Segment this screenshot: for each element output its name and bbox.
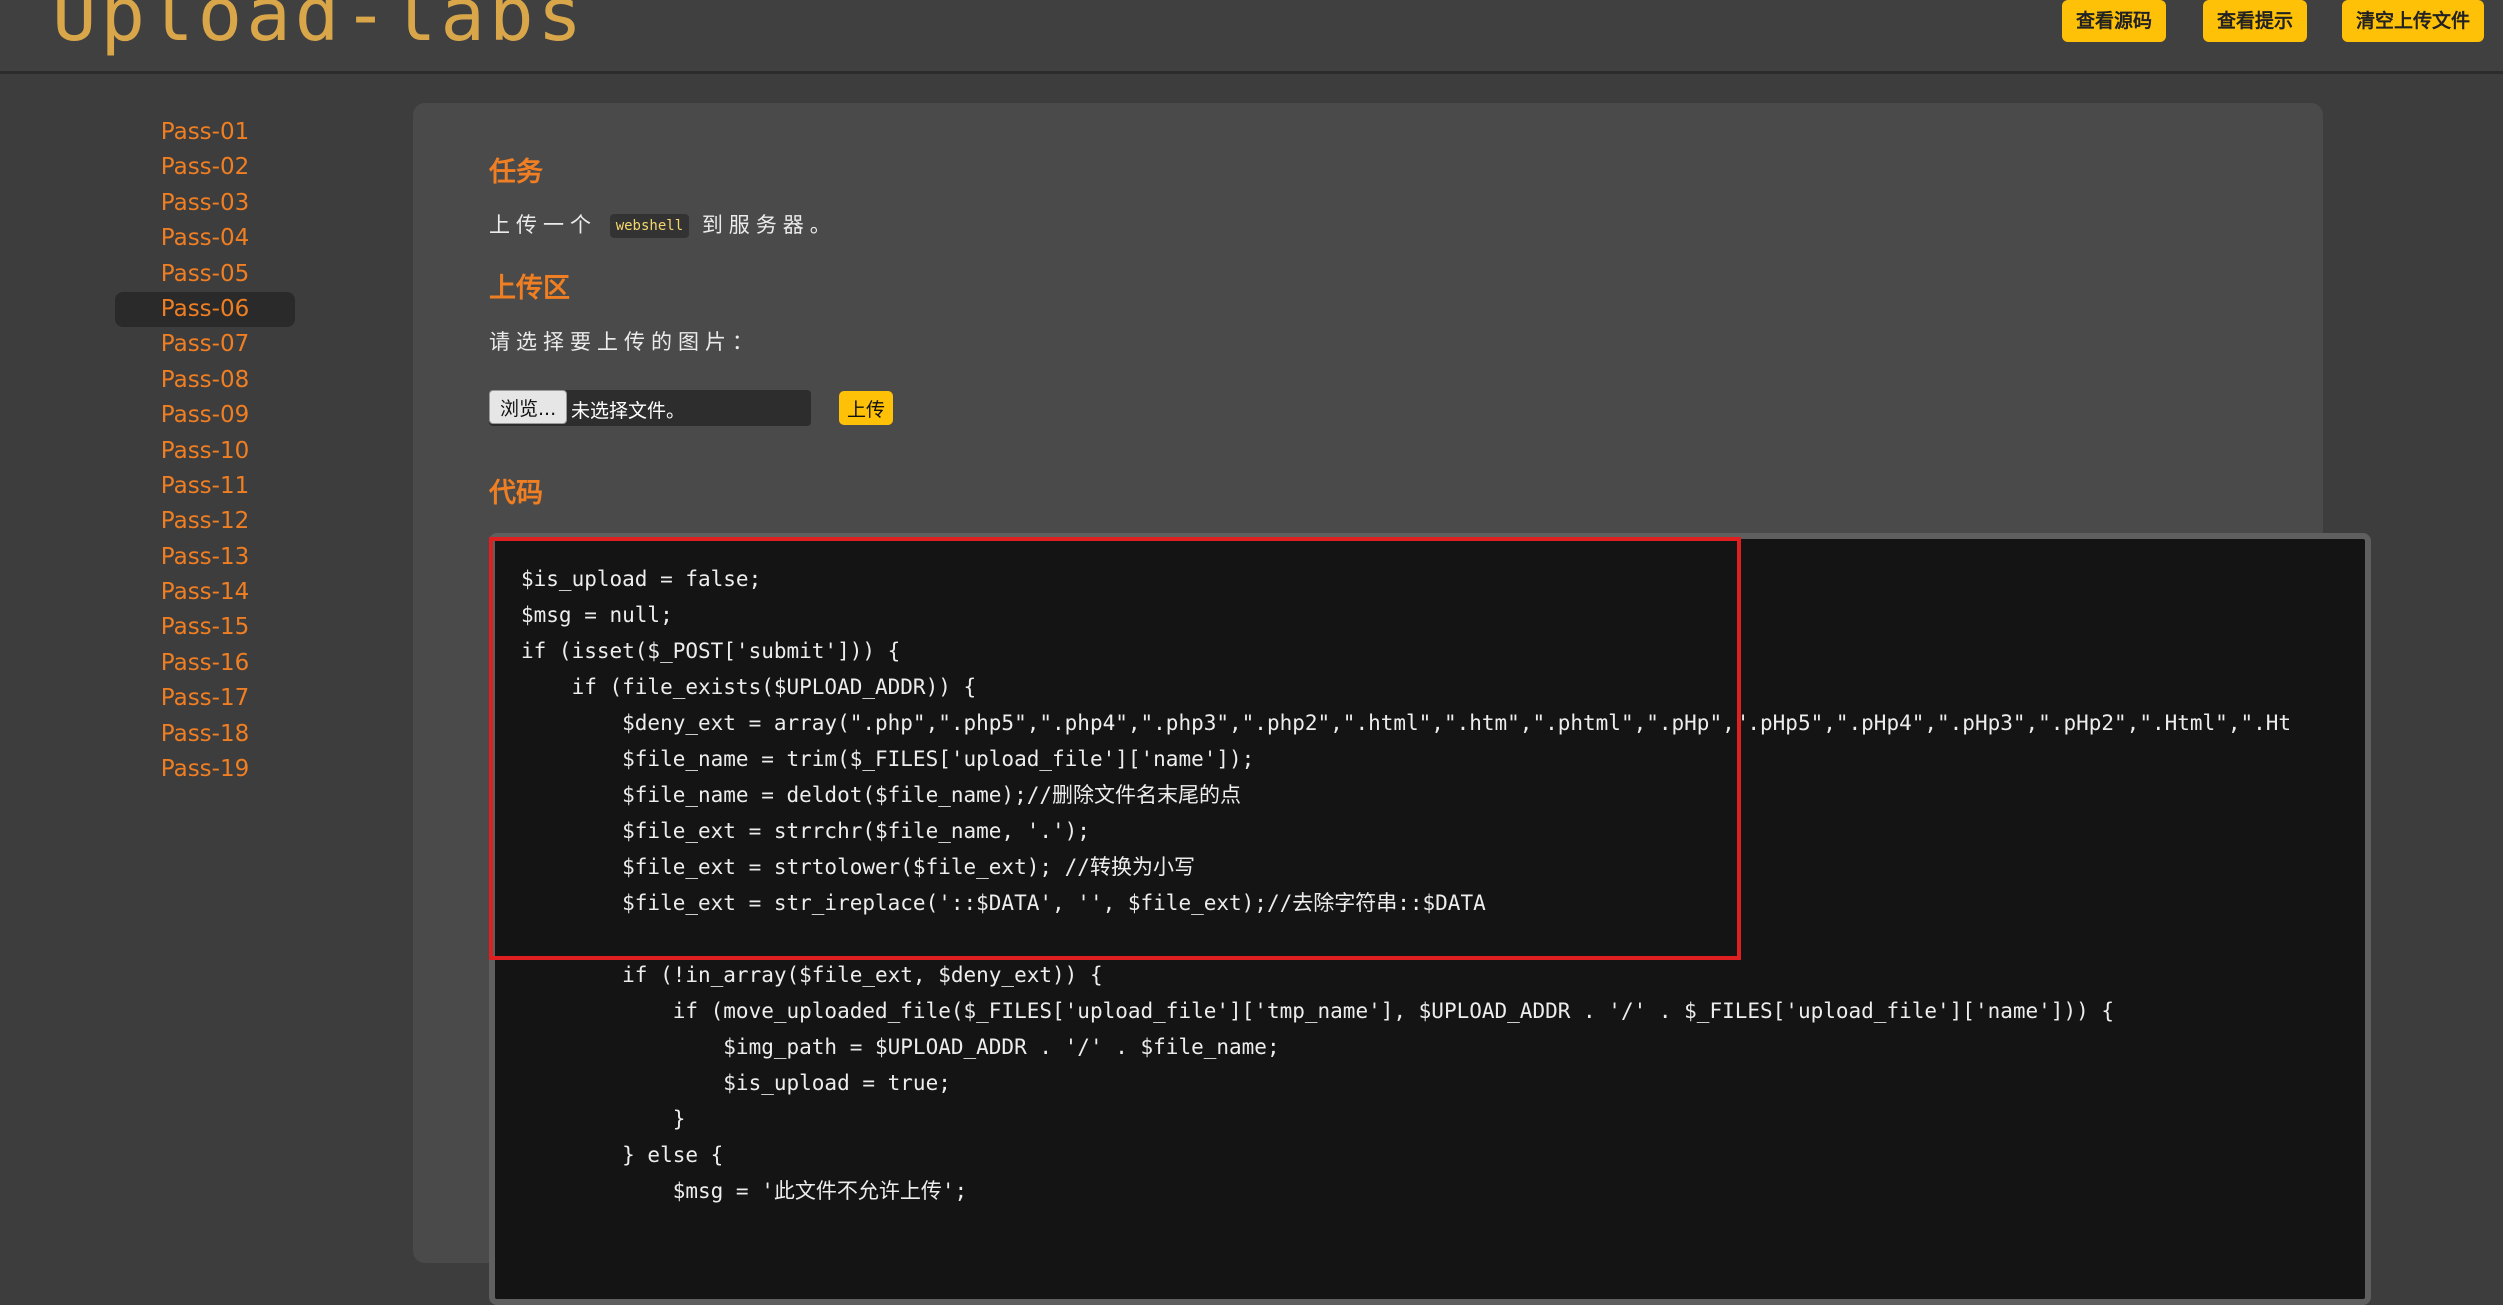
task-text-after: 到服务器。 (701, 213, 837, 237)
sidebar-item-pass-05[interactable]: Pass-05 (115, 257, 295, 292)
clear-uploads-button[interactable]: 清空上传文件 (2342, 0, 2485, 42)
sidebar-item-pass-09[interactable]: Pass-09 (115, 398, 295, 433)
sidebar-item-pass-01[interactable]: Pass-01 (115, 115, 295, 150)
code-line: $file_name = deldot($file_name);//删除文件名末… (521, 783, 1242, 807)
code-line: $file_name = trim($_FILES['upload_file']… (521, 747, 1255, 771)
sidebar-item-pass-18[interactable]: Pass-18 (115, 717, 295, 752)
code-line: $msg = '此文件不允许上传'; (521, 1179, 968, 1203)
code-line: $file_ext = strtolower($file_ext); //转换为… (521, 855, 1195, 879)
code-block: $is_upload = false; $msg = null; if (isset… (489, 533, 2371, 1305)
task-text-before: 上传一个 (489, 213, 597, 237)
file-input[interactable]: 浏览... 未选择文件。 (489, 390, 811, 426)
browse-button[interactable]: 浏览... (489, 390, 568, 424)
upload-heading: 上传区 (489, 273, 570, 304)
code-line: if (!in_array($file_ext, $deny_ext)) { (521, 963, 1103, 987)
code-line: $deny_ext = array(".php",".php5",".php4"… (521, 711, 2292, 735)
sidebar-item-pass-12[interactable]: Pass-12 (115, 504, 295, 539)
sidebar-item-pass-15[interactable]: Pass-15 (115, 610, 295, 645)
task-description: 上传一个 webshell 到服务器。 (489, 209, 837, 239)
file-status-text: 未选择文件。 (571, 400, 686, 422)
view-source-button[interactable]: 查看源码 (2062, 0, 2167, 42)
sidebar-nav: Pass-01 Pass-02 Pass-03 Pass-04 Pass-05 Pass-… (115, 115, 295, 787)
sidebar-item-pass-17[interactable]: Pass-17 (115, 681, 295, 716)
sidebar-item-pass-02[interactable]: Pass-02 (115, 150, 295, 185)
upload-prompt: 请选择要上传的图片： (489, 330, 759, 354)
code-line: } (521, 1107, 686, 1131)
code-line: $msg = null; (521, 603, 673, 627)
sidebar-item-pass-08[interactable]: Pass-08 (115, 363, 295, 398)
sidebar-item-pass-03[interactable]: Pass-03 (115, 186, 295, 221)
code-line: $is_upload = true; (521, 1071, 951, 1095)
task-heading: 任务 (489, 157, 543, 188)
code-line: } else { (521, 1143, 724, 1167)
top-bar: Upload-labs 查看源码 查看提示 清空上传文件 (0, 0, 2503, 74)
main-panel: 任务 上传一个 webshell 到服务器。 上传区 请选择要上传的图片： 浏览… (413, 103, 2371, 1305)
code-heading: 代码 (489, 478, 543, 509)
sidebar-item-pass-16[interactable]: Pass-16 (115, 646, 295, 681)
code-line: if (move_uploaded_file($_FILES['upload_f… (521, 999, 2115, 1023)
app-logo[interactable]: Upload-labs (52, 0, 586, 58)
sidebar-item-pass-06[interactable]: Pass-06 (115, 291, 295, 328)
code-text: $is_upload = false; $msg = null; if (isset… (495, 539, 2365, 1209)
code-line: if (isset($_POST['submit'])) { (521, 639, 901, 663)
sidebar-item-pass-10[interactable]: Pass-10 (115, 434, 295, 469)
code-line: $file_ext = strrchr($file_name, '.'); (521, 819, 1090, 843)
code-line: if (file_exists($UPLOAD_ADDR)) { (521, 675, 977, 699)
sidebar-item-pass-14[interactable]: Pass-14 (115, 575, 295, 610)
view-hint-button[interactable]: 查看提示 (2203, 0, 2308, 42)
code-line: $file_ext = str_ireplace('::$DATA', '', … (521, 891, 1486, 915)
code-line: $is_upload = false; (521, 567, 762, 591)
sidebar-item-pass-04[interactable]: Pass-04 (115, 221, 295, 256)
sidebar-item-pass-07[interactable]: Pass-07 (115, 327, 295, 362)
webshell-code-word: webshell (609, 214, 690, 238)
code-line: $img_path = $UPLOAD_ADDR . '/' . $file_n… (521, 1035, 1280, 1059)
sidebar-item-pass-19[interactable]: Pass-19 (115, 752, 295, 787)
upload-submit-button[interactable]: 上传 (839, 391, 894, 425)
sidebar-item-pass-13[interactable]: Pass-13 (115, 540, 295, 575)
sidebar-item-pass-11[interactable]: Pass-11 (115, 469, 295, 504)
